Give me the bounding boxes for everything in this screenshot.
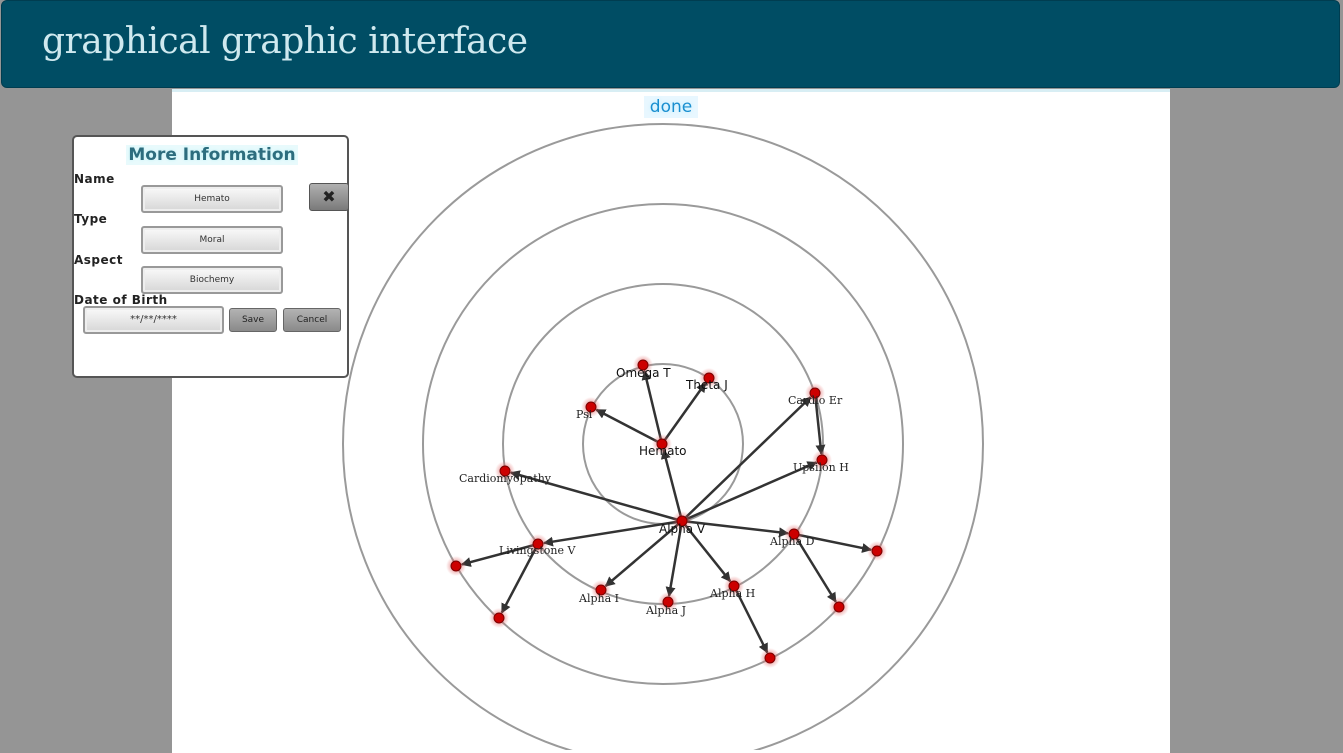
node-dot bbox=[493, 612, 505, 624]
node-dot bbox=[450, 560, 462, 572]
node-label-alphad: Alpha D bbox=[769, 535, 815, 548]
type-label: Type bbox=[74, 212, 108, 226]
cancel-button[interactable]: Cancel bbox=[283, 308, 341, 332]
edge-alphav-cardioer bbox=[681, 396, 812, 522]
date-of-birth-field[interactable]: **/**/**** bbox=[83, 306, 224, 334]
graph-node-n5[interactable] bbox=[760, 648, 780, 668]
panel-title: More Information bbox=[126, 145, 298, 165]
done-link[interactable]: done bbox=[644, 96, 698, 118]
node-label-cardioer: Cardio Er bbox=[788, 394, 843, 407]
graph-node-n1[interactable] bbox=[446, 556, 466, 576]
save-button[interactable]: Save bbox=[229, 308, 277, 332]
name-label: Name bbox=[74, 172, 115, 186]
type-field[interactable]: Moral bbox=[141, 226, 283, 254]
node-label-alphaj: Alpha J bbox=[645, 604, 686, 617]
graph-node-n4[interactable] bbox=[829, 597, 849, 617]
node-dot bbox=[764, 652, 776, 664]
date-of-birth-label: Date of Birth bbox=[74, 293, 168, 307]
graph-node-n2[interactable] bbox=[489, 608, 509, 628]
edge-alphav-hemato bbox=[660, 448, 684, 522]
name-field[interactable]: Hemato bbox=[141, 185, 283, 213]
more-information-panel: More Information Name Hemato ✖ Type Mora… bbox=[72, 135, 349, 378]
edge-hemato-omegat bbox=[641, 369, 664, 445]
close-button[interactable]: ✖ bbox=[309, 183, 349, 211]
node-dot bbox=[833, 601, 845, 613]
edge-hemato-thetaj bbox=[660, 382, 707, 445]
node-dot bbox=[871, 545, 883, 557]
aspect-field[interactable]: Biochemy bbox=[141, 266, 283, 294]
node-label-alphav: Alpha V bbox=[659, 522, 706, 536]
node-label-upsilonh: Upsilon H bbox=[793, 461, 849, 474]
node-label-psi: Psi bbox=[576, 408, 593, 421]
node-label-omegat: Omega T bbox=[616, 366, 671, 380]
graph-node-n3[interactable] bbox=[867, 541, 887, 561]
edge-hemato-psi bbox=[595, 408, 663, 446]
aspect-label: Aspect bbox=[74, 253, 124, 267]
node-label-alphah: Alpha H bbox=[709, 587, 755, 600]
node-label-alphai: Alpha I bbox=[578, 592, 619, 605]
node-label-cardiomyopathy: Cardiomyopathy bbox=[459, 472, 552, 485]
graph-nodes: Hemato Omega T Theta J Psi Cardio Er Upsilon … bbox=[446, 355, 887, 668]
node-label-livingstonev: Livingstone V bbox=[499, 544, 576, 557]
close-x-icon: ✖ bbox=[322, 187, 336, 206]
node-label-hemato: Hemato bbox=[639, 444, 687, 458]
node-label-thetaj: Theta J bbox=[685, 378, 728, 392]
